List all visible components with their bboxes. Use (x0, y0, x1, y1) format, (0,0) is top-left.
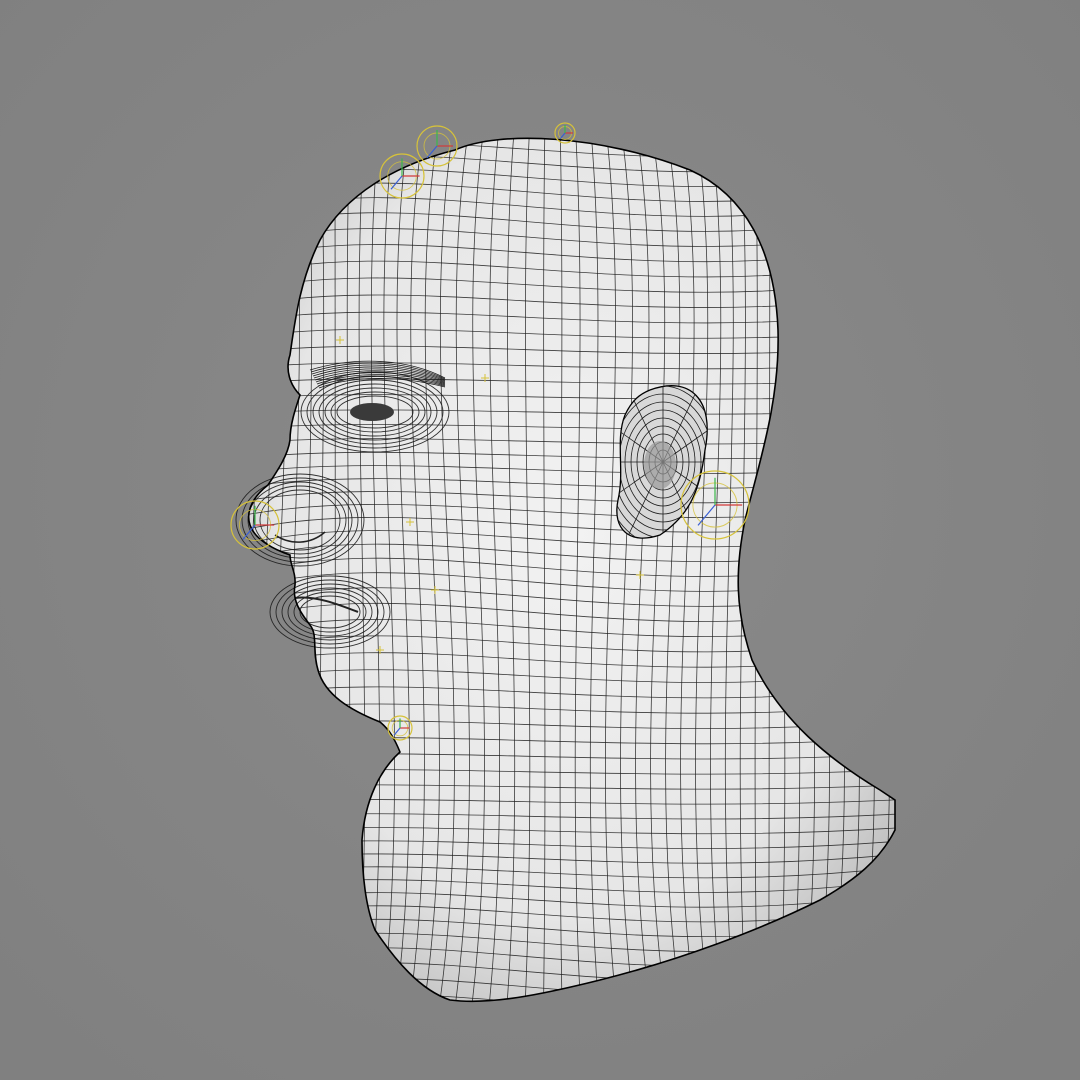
eye-socket (350, 403, 394, 421)
viewport-canvas[interactable] (0, 0, 1080, 1080)
ear-canal (644, 441, 676, 489)
3d-viewport[interactable] (0, 0, 1080, 1080)
